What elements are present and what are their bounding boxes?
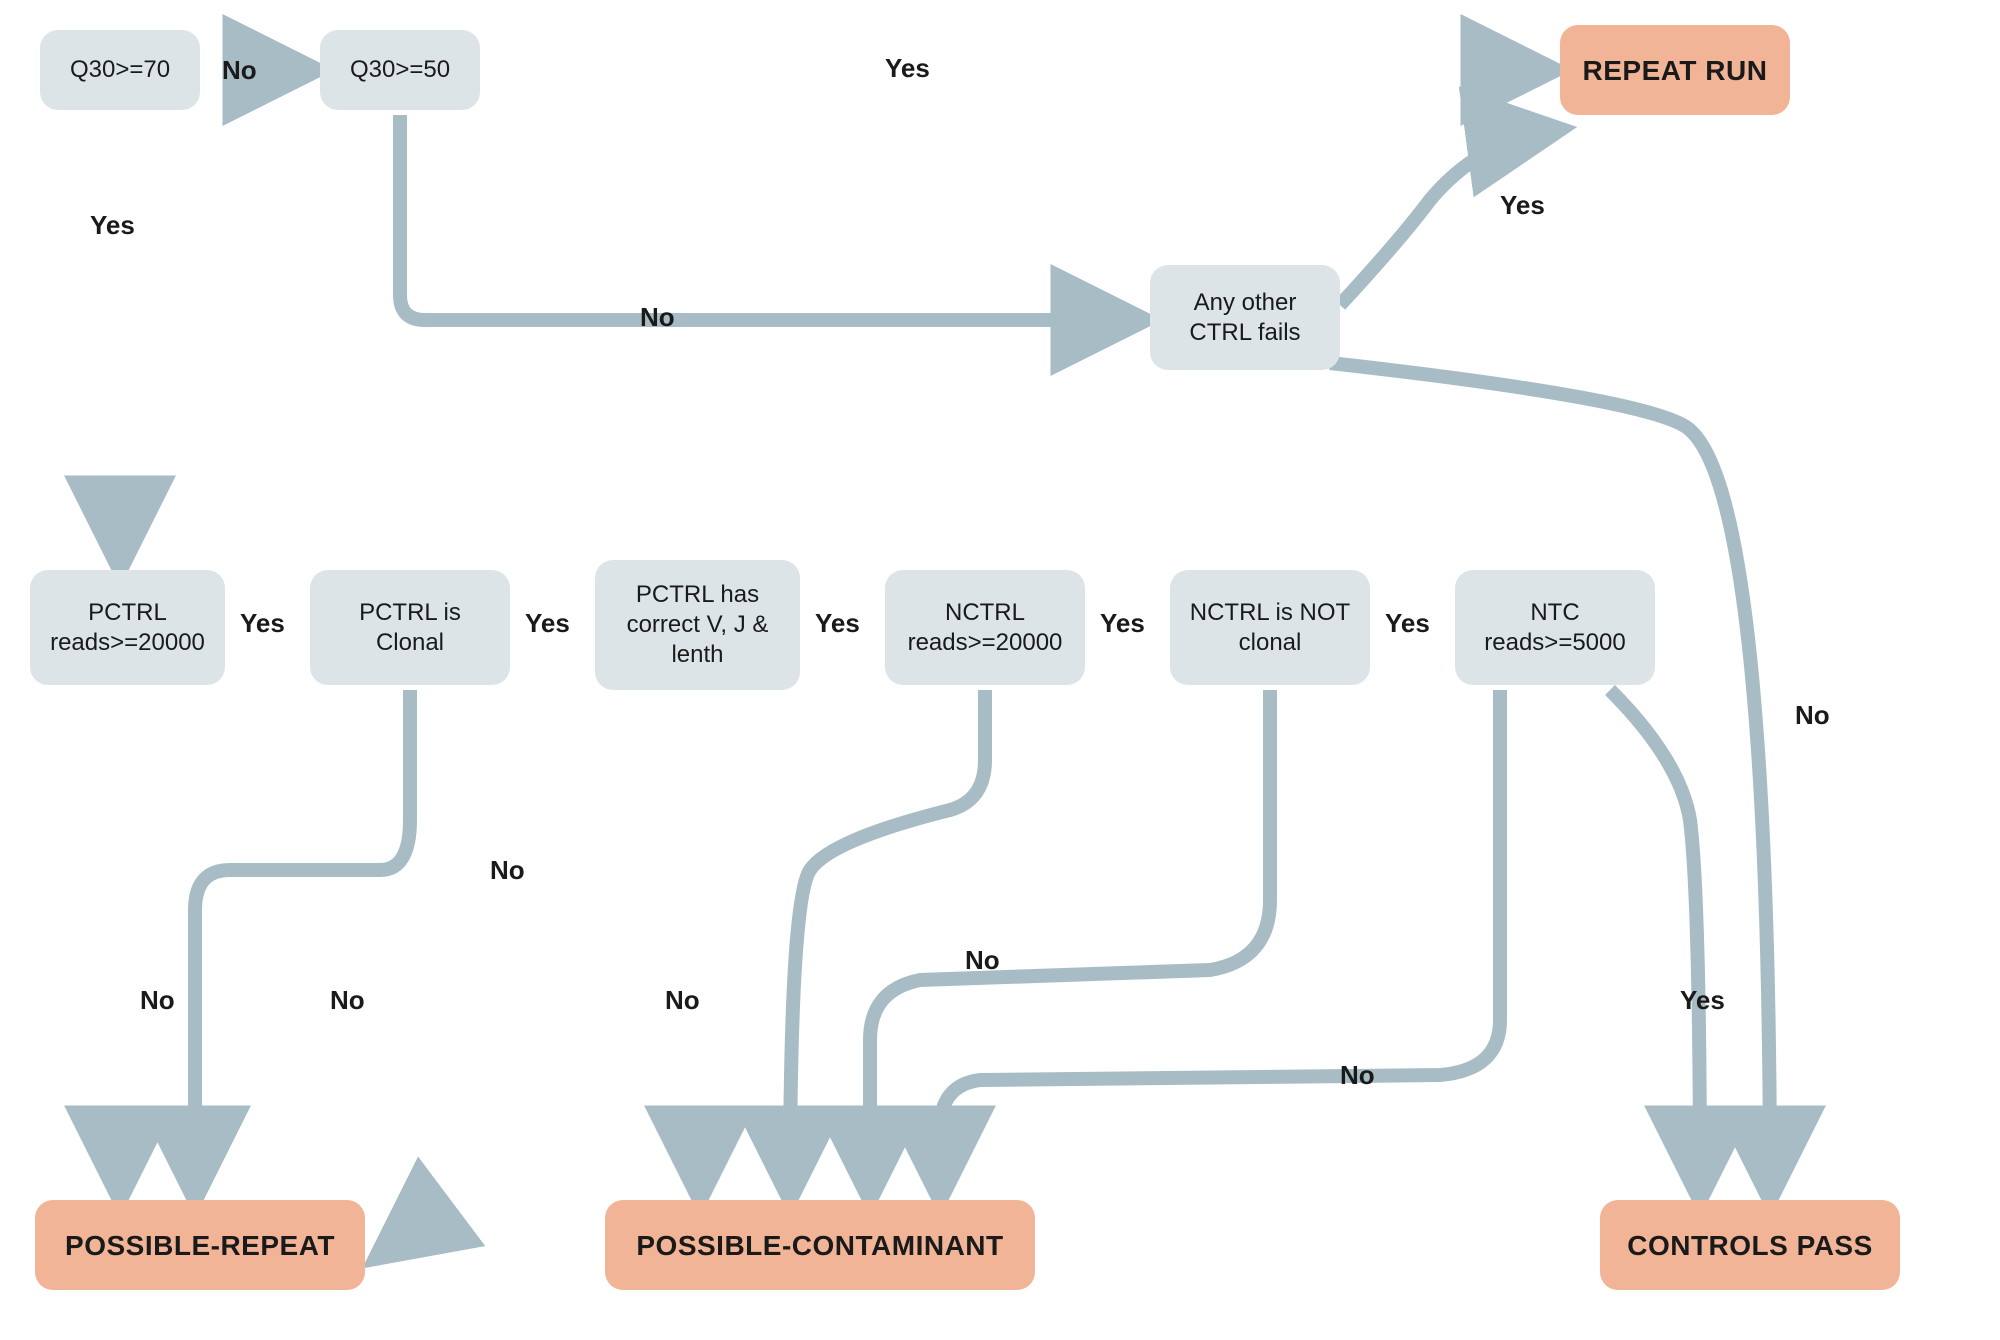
edge-q30-70-no: No <box>222 55 257 86</box>
edge-nctrl-notclon-no: No <box>1340 1060 1375 1091</box>
node-possible-contaminant: POSSIBLE-CONTAMINANT <box>605 1200 1035 1290</box>
edge-nctrl-reads-no: No <box>965 945 1000 976</box>
edge-pctrl-vj-no-upper: No <box>490 855 525 886</box>
node-label: NTC reads>=5000 <box>1469 598 1641 658</box>
node-label: POSSIBLE-CONTAMINANT <box>636 1228 1003 1263</box>
node-label: POSSIBLE-REPEAT <box>65 1228 335 1263</box>
node-nctrl-notclonal: NCTRL is NOT clonal <box>1170 570 1370 685</box>
edge-pctrl-clonal-no: No <box>330 985 365 1016</box>
node-nctrl-reads: NCTRL reads>=20000 <box>885 570 1085 685</box>
edge-pctrl-vj-no: No <box>665 985 700 1016</box>
node-ntc-reads: NTC reads>=5000 <box>1455 570 1655 685</box>
edge-pctrl-reads-yes: Yes <box>240 608 285 639</box>
edge-pctrl-reads-no: No <box>140 985 175 1016</box>
node-repeat-run: REPEAT RUN <box>1560 25 1790 115</box>
edge-q30-70-yes: Yes <box>90 210 135 241</box>
edge-q30-50-no: No <box>640 302 675 333</box>
node-possible-repeat: POSSIBLE-REPEAT <box>35 1200 365 1290</box>
node-label: PCTRL is Clonal <box>324 598 496 658</box>
node-any-ctrl-fails: Any other CTRL fails <box>1150 265 1340 370</box>
edge-q30-50-yes: Yes <box>885 53 930 84</box>
edge-ntc-reads-yes: Yes <box>1680 985 1725 1016</box>
node-label: NCTRL is NOT clonal <box>1184 598 1356 658</box>
node-controls-pass: CONTROLS PASS <box>1600 1200 1900 1290</box>
node-q30-70: Q30>=70 <box>40 30 200 110</box>
node-pctrl-reads: PCTRL reads>=20000 <box>30 570 225 685</box>
edge-pctrl-vj-yes: Yes <box>815 608 860 639</box>
node-label: PCTRL has correct V, J & lenth <box>609 580 786 670</box>
node-label: REPEAT RUN <box>1583 53 1768 88</box>
node-pctrl-vj: PCTRL has correct V, J & lenth <box>595 560 800 690</box>
node-q30-50: Q30>=50 <box>320 30 480 110</box>
edge-pctrl-clonal-yes: Yes <box>525 608 570 639</box>
edge-anyctrl-no: No <box>1795 700 1830 731</box>
edge-nctrl-reads-yes: Yes <box>1100 608 1145 639</box>
edge-anyctrl-yes: Yes <box>1500 190 1545 221</box>
node-label: Q30>=70 <box>70 55 170 85</box>
node-label: CONTROLS PASS <box>1627 1228 1873 1263</box>
node-label: Q30>=50 <box>350 55 450 85</box>
node-label: NCTRL reads>=20000 <box>899 598 1071 658</box>
node-label: PCTRL reads>=20000 <box>44 598 211 658</box>
node-label: Any other CTRL fails <box>1164 288 1326 348</box>
flowchart-stage: Q30>=70 Q30>=50 REPEAT RUN Any other CTR… <box>0 0 2000 1340</box>
edge-nctrl-notclon-yes: Yes <box>1385 608 1430 639</box>
node-pctrl-clonal: PCTRL is Clonal <box>310 570 510 685</box>
